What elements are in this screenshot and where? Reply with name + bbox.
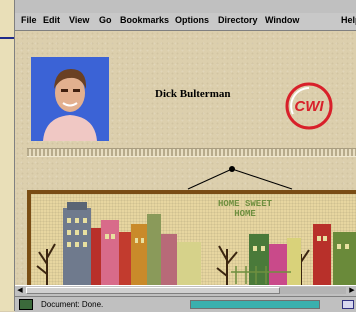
status-bar: Document: Done. [15,296,356,312]
scroll-left-arrow-icon[interactable]: ◀ [15,286,25,296]
person-name: Dick Bulterman [155,88,231,100]
menu-directory[interactable]: Directory [218,15,258,25]
menu-view[interactable]: View [69,15,89,25]
cwi-logo-text: CWI [294,98,324,115]
sampler-frame: HOME SWEET HOME [27,190,356,285]
browser-window: File Edit View Go Bookmarks Options Dire… [14,0,356,312]
scroll-thumb[interactable] [26,287,280,294]
houses-illustration [36,202,356,285]
sampler-picture: HOME SWEET HOME [31,194,356,285]
portrait-image [31,57,109,141]
cwi-logo[interactable]: CWI [283,80,335,132]
security-key-icon [19,299,33,310]
page-content: Dick Bulterman CWI HOME SWEET HOME [15,31,356,285]
menu-file[interactable]: File [21,15,37,25]
menu-bar: File Edit View Go Bookmarks Options Dire… [15,13,356,31]
status-text: Document: Done. [41,300,104,309]
progress-bar [190,300,320,309]
menu-go[interactable]: Go [99,15,112,25]
menu-help[interactable]: Help [341,15,356,25]
menu-window[interactable]: Window [265,15,299,25]
sampler-text: HOME SWEET HOME [217,199,272,219]
menu-options[interactable]: Options [175,15,209,25]
horizontal-scrollbar[interactable]: ◀ ▶ [15,285,356,296]
portrait-photo [31,57,109,141]
desktop-strip [0,0,14,311]
menu-edit[interactable]: Edit [43,15,60,25]
scroll-right-arrow-icon[interactable]: ▶ [347,286,356,296]
mail-icon[interactable] [342,300,354,309]
menu-bookmarks[interactable]: Bookmarks [120,15,169,25]
divider-bar [27,148,356,157]
pointer-arrow [0,37,14,39]
